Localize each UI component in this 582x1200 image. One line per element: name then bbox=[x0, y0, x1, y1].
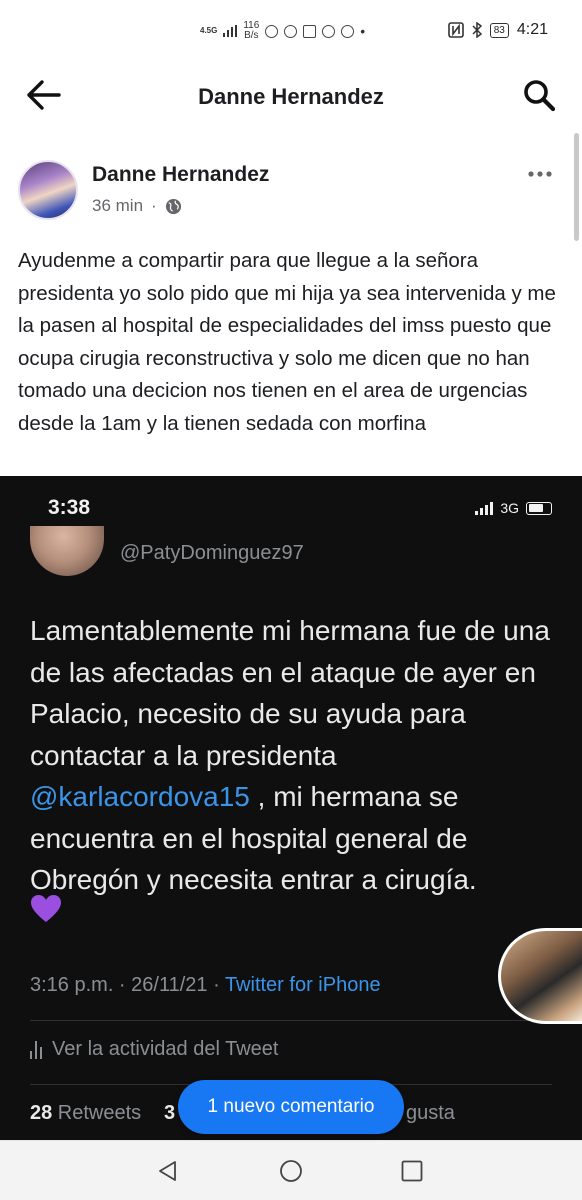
post-body: Ayudenme a compartir para que llegue a l… bbox=[18, 249, 556, 435]
tweet-avatar bbox=[30, 526, 104, 576]
chat-notif-icon bbox=[341, 24, 355, 38]
app-header: Danne Hernandez bbox=[0, 62, 582, 130]
embedded-battery-icon bbox=[526, 501, 552, 515]
tweet-activity: Ver la actividad del Tweet bbox=[30, 1038, 278, 1061]
battery-level: 83 bbox=[489, 22, 509, 38]
tweet-text: Lamentablemente mi hermana fue de una de… bbox=[30, 610, 560, 901]
nav-home-icon[interactable] bbox=[279, 1159, 303, 1183]
messenger-notif-icon bbox=[265, 24, 279, 38]
tweet-text-part-1: Lamentablemente mi hermana fue de una de… bbox=[30, 615, 550, 771]
tweet-divider-1 bbox=[30, 1020, 552, 1021]
net-speed-unit: B/s bbox=[244, 30, 259, 41]
embedded-status-icons: 3G bbox=[475, 500, 552, 516]
network-indicator: 4.5G bbox=[200, 26, 218, 35]
clock: 4:21 bbox=[516, 21, 548, 38]
nav-recents-icon[interactable] bbox=[401, 1160, 423, 1182]
whatsapp-notif-icon bbox=[284, 24, 298, 38]
embedded-phone-time: 3:38 bbox=[48, 496, 91, 519]
signal-icon bbox=[223, 25, 238, 37]
status-left: 4.5G 116 B/s • bbox=[200, 21, 365, 41]
post-options-button[interactable] bbox=[526, 164, 554, 184]
net-speed: 116 B/s bbox=[243, 21, 259, 41]
globe-icon bbox=[165, 198, 181, 214]
purple-heart-icon bbox=[31, 895, 61, 922]
navigation-bar bbox=[0, 1140, 582, 1200]
post-time[interactable]: 36 min bbox=[92, 196, 143, 216]
status-right: 83 4:21 bbox=[447, 21, 548, 39]
tweet-activity-label: Ver la actividad del Tweet bbox=[52, 1038, 279, 1060]
likes-label: gusta bbox=[406, 1102, 455, 1124]
post-meta: 36 min · bbox=[92, 196, 182, 216]
post-author-name[interactable]: Danne Hernandez bbox=[92, 163, 269, 187]
messenger-notif-icon-2 bbox=[322, 24, 336, 38]
retweets-label: Retweets bbox=[52, 1102, 142, 1124]
tweet-meta: 3:16 p.m. · 26/11/21 · Twitter for iPhon… bbox=[30, 974, 381, 997]
bluetooth-icon bbox=[472, 22, 482, 38]
embedded-signal-icon bbox=[475, 501, 494, 515]
more-notifs-icon: • bbox=[360, 23, 366, 39]
analytics-icon bbox=[30, 1040, 42, 1059]
tweet-timestamp: 3:16 p.m. · 26/11/21 · bbox=[30, 974, 225, 996]
more-dots-icon bbox=[528, 171, 552, 177]
scrollbar[interactable] bbox=[574, 133, 579, 241]
search-icon bbox=[524, 80, 556, 112]
tweet-source: Twitter for iPhone bbox=[224, 974, 381, 996]
search-button[interactable] bbox=[522, 78, 558, 114]
likes-count: 3 bbox=[164, 1102, 176, 1124]
tweet-handle: @PatyDominguez97 bbox=[120, 542, 304, 564]
author-avatar[interactable] bbox=[18, 160, 78, 220]
post-image[interactable]: 3:38 3G @PatyDominguez97 Lamentablemente… bbox=[0, 476, 582, 1140]
new-comment-button[interactable]: 1 nuevo comentario bbox=[178, 1080, 404, 1134]
tweet-mention: @karlacordova15 bbox=[30, 781, 250, 812]
meta-separator: · bbox=[151, 196, 157, 215]
tweet-retweets: 28 Retweets bbox=[30, 1102, 141, 1125]
nav-back-icon[interactable] bbox=[156, 1159, 180, 1183]
embedded-network: 3G bbox=[500, 500, 519, 516]
page-title: Danne Hernandez bbox=[198, 84, 384, 109]
nfc-icon bbox=[447, 22, 464, 38]
status-bar: 4.5G 116 B/s • 83 4:21 bbox=[0, 0, 582, 62]
contact-notif-icon bbox=[303, 24, 317, 38]
retweets-count: 28 bbox=[30, 1102, 53, 1124]
